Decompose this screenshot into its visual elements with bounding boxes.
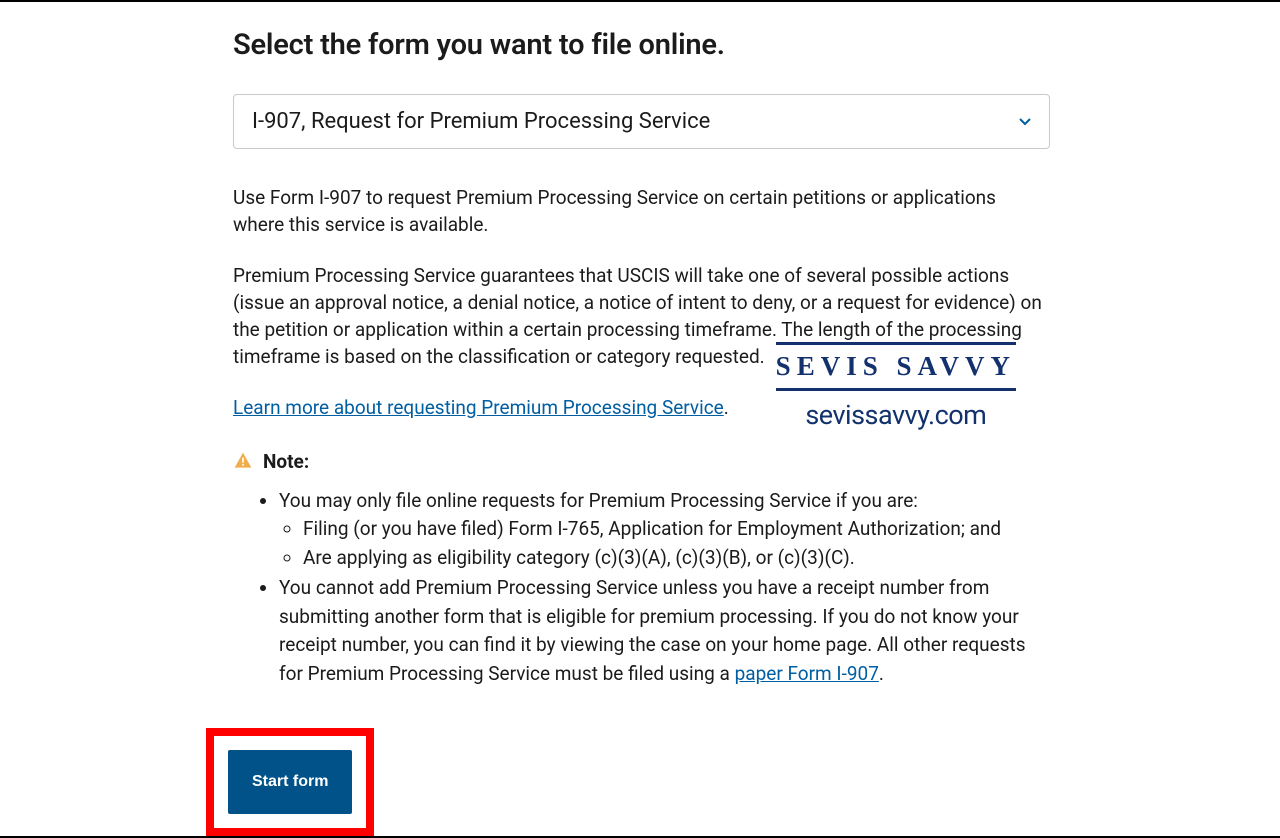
watermark-url: sevissavvy.com — [776, 399, 1016, 431]
page-title: Select the form you want to file online. — [233, 28, 1050, 62]
watermark-name: SEVIS SAVVY — [776, 342, 1016, 391]
note-item-2-pre: You cannot add Premium Processing Servic… — [279, 576, 1026, 685]
note-sublist: Filing (or you have filed) Form I-765, A… — [279, 515, 1050, 572]
start-form-wrap: Start form — [206, 728, 374, 836]
form-select-dropdown[interactable]: I-907, Request for Premium Processing Se… — [233, 94, 1050, 149]
note-label: Note: — [263, 450, 309, 473]
note-item-2-post: . — [879, 662, 884, 685]
intro-paragraph-1: Use Form I-907 to request Premium Proces… — [233, 185, 1050, 239]
page-container: Select the form you want to file online.… — [0, 2, 1280, 836]
warning-icon — [233, 451, 253, 471]
start-form-button[interactable]: Start form — [228, 750, 352, 814]
watermark: SEVIS SAVVY sevissavvy.com — [772, 340, 1020, 431]
paper-form-link[interactable]: paper Form I-907 — [735, 662, 879, 685]
note-item-1: You may only file online requests for Pr… — [279, 487, 1050, 573]
learn-more-suffix: . — [724, 396, 729, 419]
note-list: You may only file online requests for Pr… — [233, 487, 1050, 689]
note-subitem-1: Filing (or you have filed) Form I-765, A… — [303, 515, 1050, 544]
note-subitem-2: Are applying as eligibility category (c)… — [303, 544, 1050, 573]
note-header: Note: — [233, 450, 1050, 473]
caret-down-icon — [1019, 118, 1031, 126]
note-item-2: You cannot add Premium Processing Servic… — [279, 574, 1050, 688]
learn-more-link[interactable]: Learn more about requesting Premium Proc… — [233, 396, 724, 419]
form-select-value: I-907, Request for Premium Processing Se… — [252, 109, 710, 134]
note-item-1-text: You may only file online requests for Pr… — [279, 489, 918, 512]
